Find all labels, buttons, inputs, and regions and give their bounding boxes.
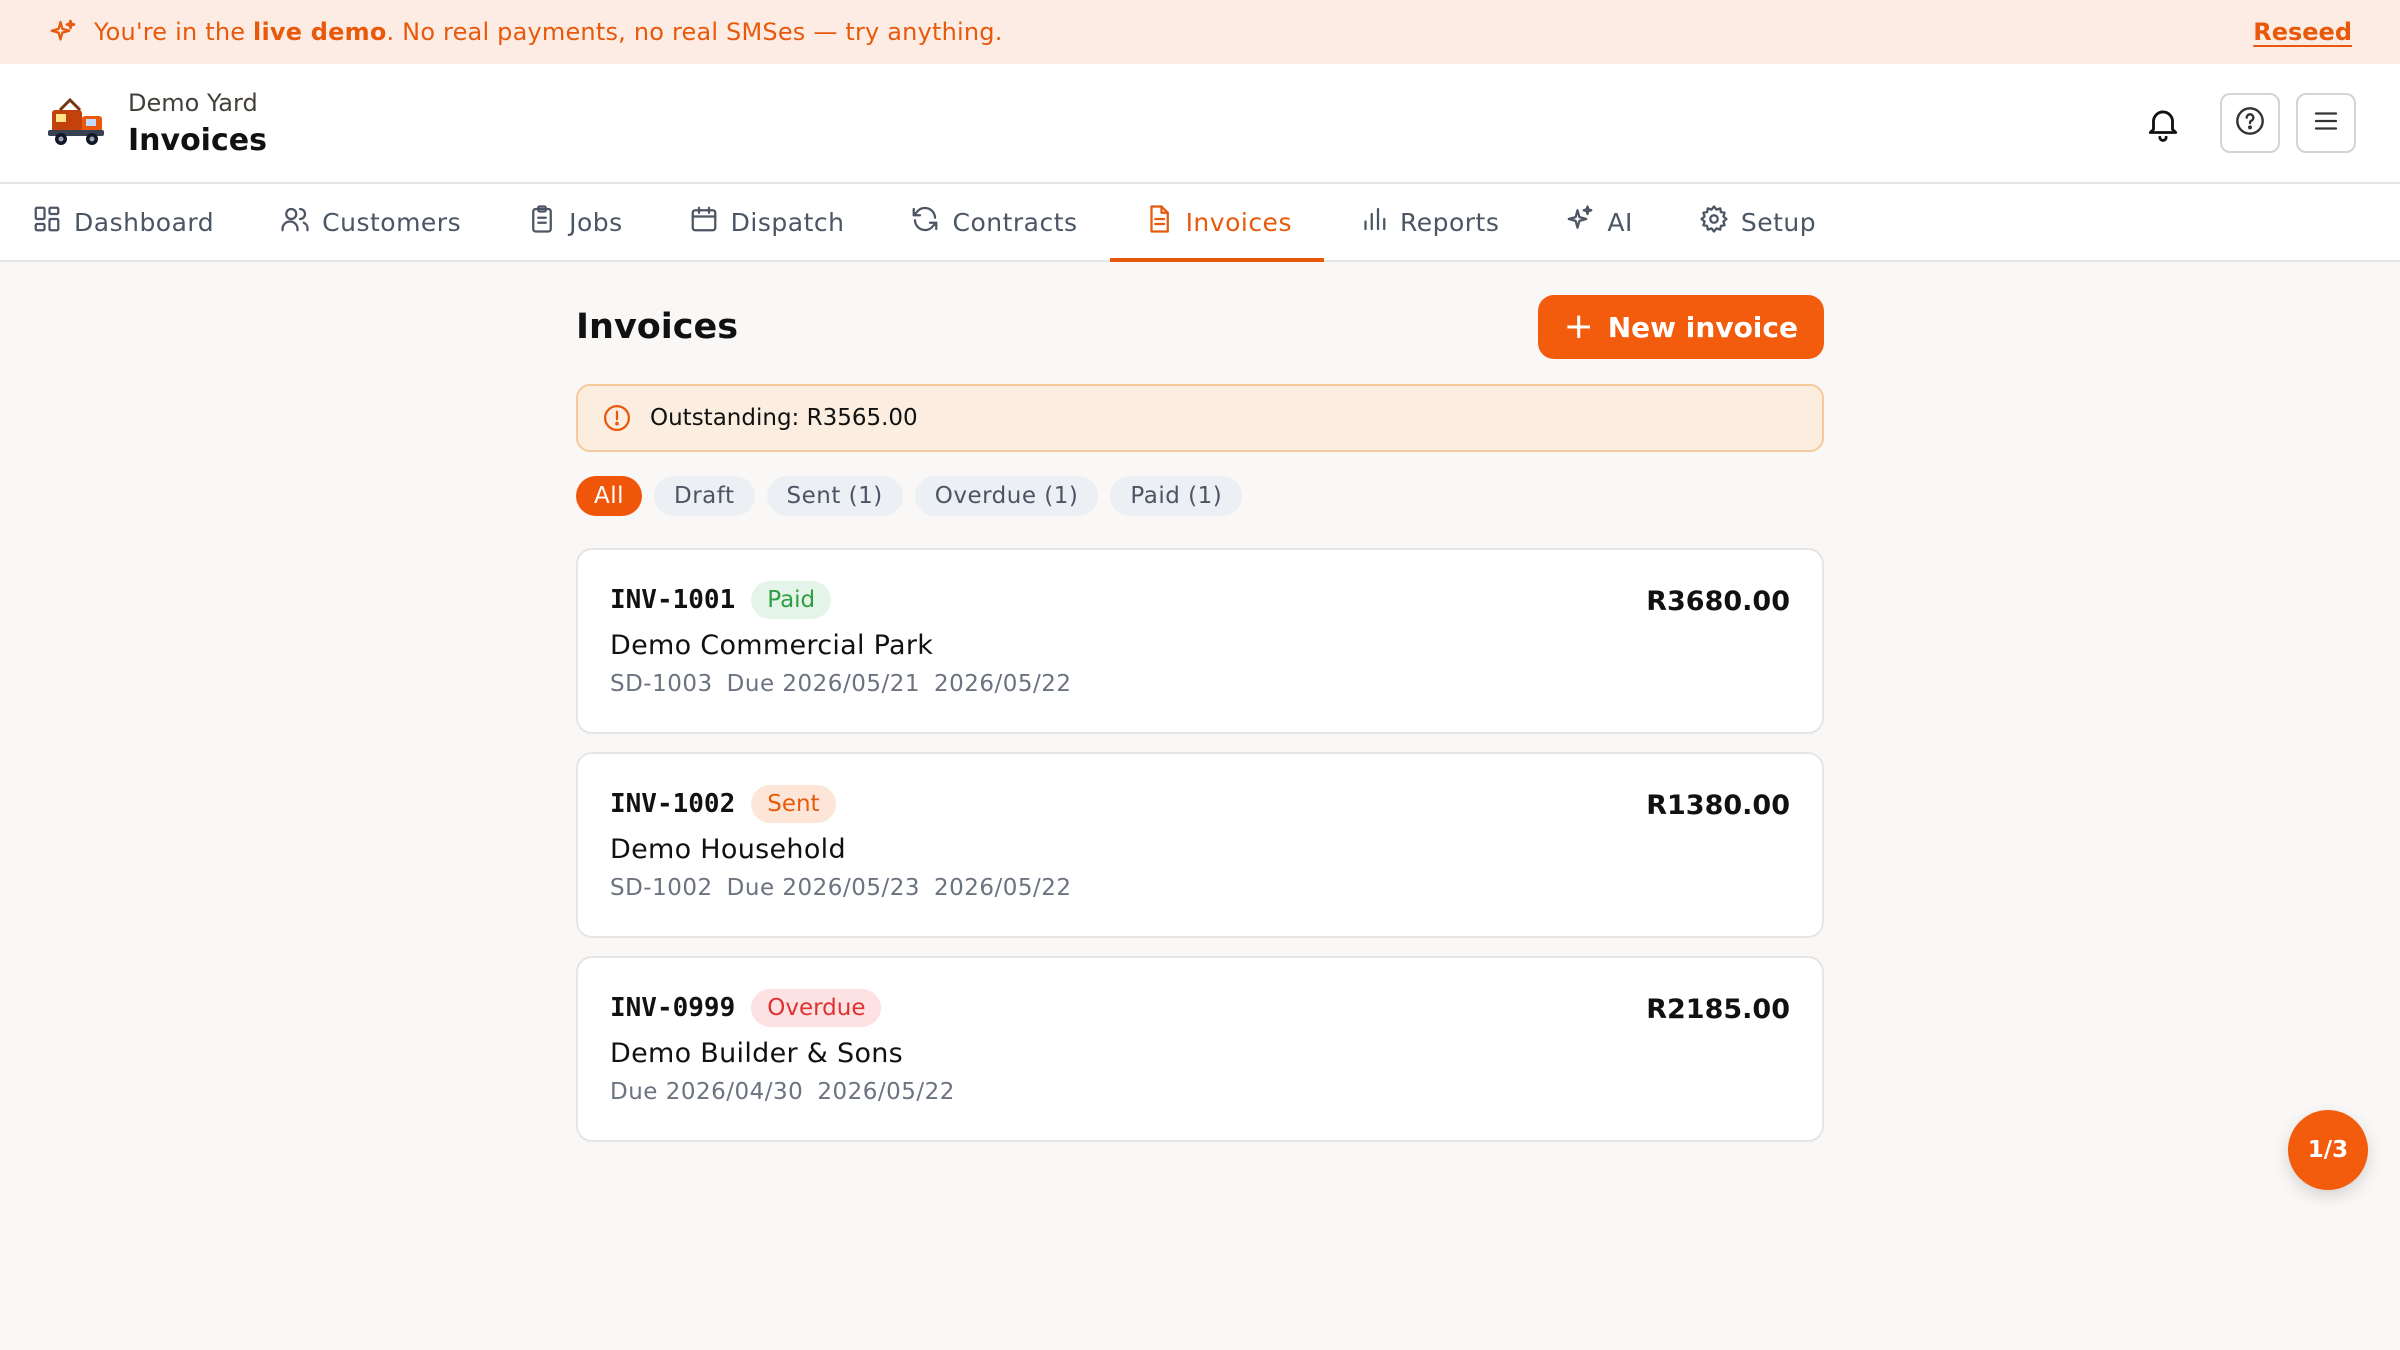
invoice-card[interactable]: INV-1002 Sent Demo Household SD-1002 Due … xyxy=(576,752,1824,938)
tab-setup[interactable]: Setup xyxy=(1699,184,1848,260)
filter-sent[interactable]: Sent (1) xyxy=(766,476,903,516)
due-date: Due 2026/04/30 xyxy=(610,1079,804,1105)
tab-dispatch[interactable]: Dispatch xyxy=(689,184,877,260)
document-icon xyxy=(1144,204,1186,240)
banner-message: You're in the live demo. No real payment… xyxy=(94,18,1003,46)
new-invoice-label: New invoice xyxy=(1607,310,1798,344)
tab-jobs[interactable]: Jobs xyxy=(527,184,655,260)
tab-contracts[interactable]: Contracts xyxy=(910,184,1109,260)
page-counter-button[interactable]: 1/3 xyxy=(2288,1110,2368,1190)
demo-banner: You're in the live demo. No real payment… xyxy=(0,0,2400,64)
gear-icon xyxy=(1699,204,1741,240)
due-date: Due 2026/05/21 xyxy=(726,671,920,697)
invoice-card[interactable]: INV-0999 Overdue Demo Builder & Sons Due… xyxy=(576,956,1824,1142)
sparkles-icon xyxy=(48,17,78,47)
help-icon xyxy=(2234,105,2266,141)
invoice-number: INV-0999 xyxy=(610,993,736,1023)
filter-paid[interactable]: Paid (1) xyxy=(1110,476,1243,516)
job-ref: SD-1003 xyxy=(610,671,713,697)
status-badge: Paid xyxy=(751,581,832,619)
invoice-amount: R1380.00 xyxy=(1646,790,1790,821)
status-badge: Sent xyxy=(751,785,836,823)
help-button[interactable] xyxy=(2220,93,2280,153)
invoice-amount: R3680.00 xyxy=(1646,586,1790,617)
tab-ai[interactable]: AI xyxy=(1565,184,1664,260)
invoice-number: INV-1001 xyxy=(610,585,736,615)
invoice-card[interactable]: INV-1001 Paid Demo Commercial Park SD-10… xyxy=(576,548,1824,734)
customer-name: Demo Household xyxy=(610,834,846,865)
due-date: Due 2026/05/23 xyxy=(726,875,920,901)
tab-label: Setup xyxy=(1740,207,1817,237)
issue-date: 2026/05/22 xyxy=(933,671,1072,697)
tab-customers[interactable]: Customers xyxy=(280,184,493,260)
job-ref: SD-1002 xyxy=(610,875,713,901)
new-invoice-button[interactable]: + New invoice xyxy=(1537,295,1824,359)
tab-label: Jobs xyxy=(569,207,623,237)
customer-name: Demo Commercial Park xyxy=(610,630,934,661)
app-header: Demo Yard Invoices xyxy=(0,64,2400,184)
users-icon xyxy=(280,204,322,240)
dashboard-icon xyxy=(32,204,74,240)
tab-label: Dashboard xyxy=(74,207,215,237)
tab-label: Contracts xyxy=(952,207,1078,237)
tab-label: Customers xyxy=(322,207,462,237)
reseed-link[interactable]: Reseed xyxy=(2253,18,2352,46)
invoice-list: INV-1001 Paid Demo Commercial Park SD-10… xyxy=(576,548,1824,1142)
plus-icon: + xyxy=(1563,306,1594,347)
bar-chart-icon xyxy=(1358,204,1400,240)
issue-date: 2026/05/22 xyxy=(817,1079,955,1105)
header-page-name: Invoices xyxy=(128,122,267,158)
customer-name: Demo Builder & Sons xyxy=(610,1038,904,1069)
hamburger-icon xyxy=(2311,106,2341,140)
invoice-meta: SD-1002 Due 2026/05/23 2026/05/22 xyxy=(610,875,1790,901)
clipboard-icon xyxy=(527,204,569,240)
filter-all[interactable]: All xyxy=(576,476,643,516)
status-badge: Overdue xyxy=(751,989,882,1027)
issue-date: 2026/05/22 xyxy=(933,875,1072,901)
main-content: Invoices + New invoice Outstanding: R356… xyxy=(576,294,1824,1142)
filter-draft[interactable]: Draft xyxy=(654,476,755,516)
tab-label: Dispatch xyxy=(730,207,845,237)
tab-dashboard[interactable]: Dashboard xyxy=(32,184,246,260)
tab-label: Reports xyxy=(1399,207,1500,237)
status-filters: All Draft Sent (1) Overdue (1) Paid (1) xyxy=(576,476,1824,516)
filter-overdue[interactable]: Overdue (1) xyxy=(914,476,1099,516)
main-nav: Dashboard Customers Jobs Dispatch Contra… xyxy=(0,184,2400,262)
invoice-meta: SD-1003 Due 2026/05/21 2026/05/22 xyxy=(610,671,1790,697)
sparkles-icon xyxy=(1565,204,1607,240)
tab-label: Invoices xyxy=(1185,207,1292,237)
outstanding-text: Outstanding: R3565.00 xyxy=(650,405,918,431)
bell-icon[interactable] xyxy=(2134,94,2192,152)
page-title: Invoices xyxy=(576,307,739,347)
yard-name: Demo Yard xyxy=(128,88,258,117)
refresh-icon xyxy=(910,204,952,240)
invoice-amount: R2185.00 xyxy=(1646,994,1790,1025)
invoice-number: INV-1002 xyxy=(610,789,736,819)
invoice-meta: Due 2026/04/30 2026/05/22 xyxy=(610,1079,1790,1105)
outstanding-alert: Outstanding: R3565.00 xyxy=(576,384,1824,452)
menu-button[interactable] xyxy=(2296,93,2356,153)
tab-label: AI xyxy=(1607,207,1633,237)
alert-circle-icon xyxy=(602,403,632,433)
tab-reports[interactable]: Reports xyxy=(1358,184,1531,260)
calendar-icon xyxy=(689,204,731,240)
truck-logo-icon xyxy=(44,90,110,156)
tab-invoices[interactable]: Invoices xyxy=(1109,184,1325,262)
